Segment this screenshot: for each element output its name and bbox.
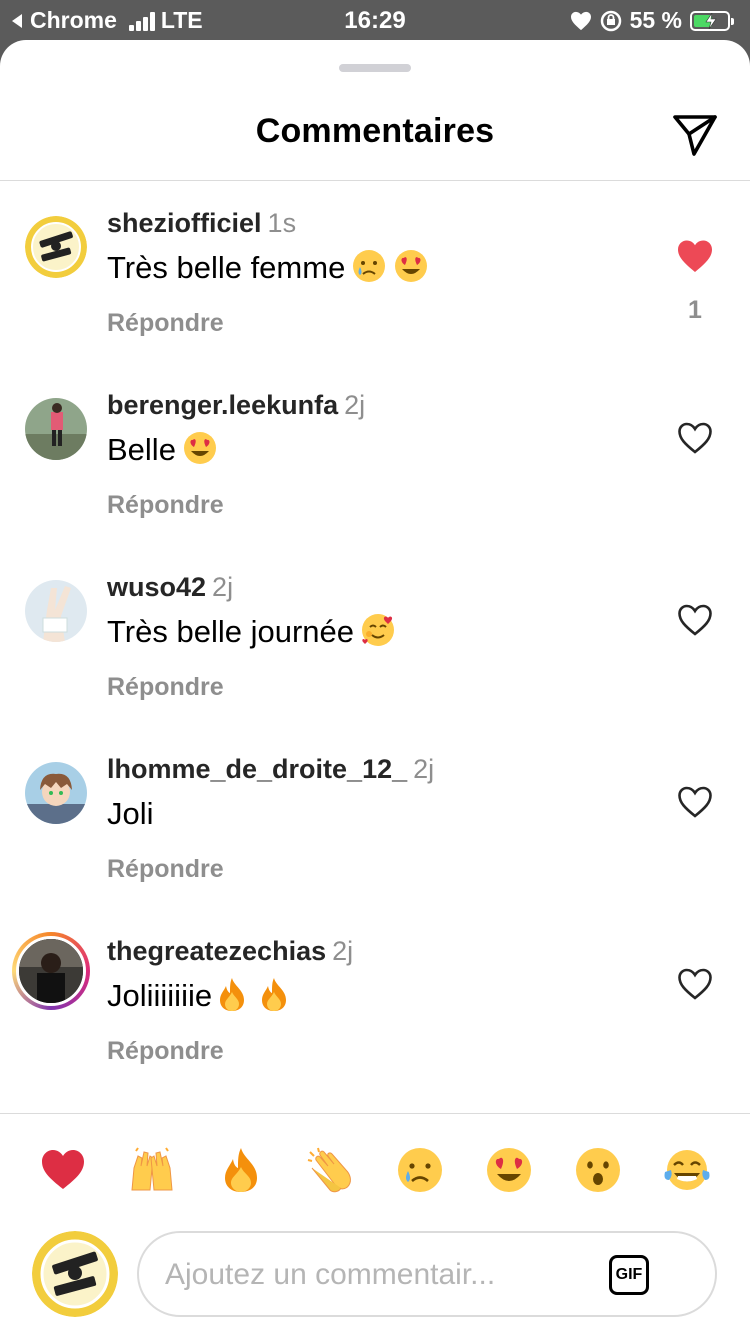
red-heart-icon[interactable] xyxy=(39,1146,87,1194)
comment-time: 2j xyxy=(344,390,366,420)
reply-button[interactable]: Répondre xyxy=(107,491,224,520)
comment-item: thegreatezechias 2j Joliiiiiiie Répondre xyxy=(0,932,750,1084)
heart-status-icon xyxy=(570,11,591,30)
comment-time: 2j xyxy=(212,572,234,602)
like-count: 1 xyxy=(688,296,702,324)
reply-button[interactable]: Répondre xyxy=(107,1037,224,1066)
heart-eyes-icon[interactable] xyxy=(485,1146,533,1194)
reply-button[interactable]: Répondre xyxy=(107,855,224,884)
comment-username[interactable]: wuso42 xyxy=(107,572,206,602)
comment-text: Joli xyxy=(107,796,154,831)
status-bar: Chrome LTE 16:29 55 % xyxy=(0,0,750,40)
comment-input[interactable] xyxy=(163,1233,587,1317)
crying-face-icon xyxy=(351,248,387,284)
heart-eyes-icon xyxy=(182,430,218,466)
avatar[interactable] xyxy=(25,216,87,278)
comment-text: Très belle journée xyxy=(107,614,354,649)
reply-button[interactable]: Répondre xyxy=(107,673,224,702)
comment-username[interactable]: sheziofficiel xyxy=(107,208,262,238)
comment-item: lhomme_de_droite_12_ 2j Joli Répondre xyxy=(0,752,750,902)
sheet-grabber[interactable] xyxy=(339,64,411,72)
avatar xyxy=(16,936,86,1006)
comment-composer: GIF xyxy=(0,1225,750,1325)
comment-item: sheziofficiel 1s Très belle femme Répondr… xyxy=(0,206,750,356)
heart-eyes-icon xyxy=(393,248,429,284)
heart-filled-icon[interactable] xyxy=(676,238,714,274)
crying-face-icon[interactable] xyxy=(396,1146,444,1194)
heart-outline-icon[interactable] xyxy=(676,420,714,456)
comment-username[interactable]: thegreatezechias xyxy=(107,936,326,966)
battery-icon xyxy=(690,10,734,31)
comment-time: 2j xyxy=(413,754,435,784)
orientation-lock-icon xyxy=(600,10,621,31)
paper-plane-icon[interactable] xyxy=(672,112,718,158)
comment-text: Joliiiiiiie xyxy=(107,978,213,1013)
comment-username[interactable]: lhomme_de_droite_12_ xyxy=(107,754,407,784)
comment-item: wuso42 2j Très belle journée Répondre xyxy=(0,570,750,720)
comments-sheet: Commentaires sheziofficiel 1s Très belle … xyxy=(0,40,750,1334)
avatar[interactable] xyxy=(25,762,87,824)
raising-hands-icon[interactable] xyxy=(128,1146,176,1194)
heart-outline-icon[interactable] xyxy=(676,966,714,1002)
tears-of-joy-icon[interactable] xyxy=(663,1146,711,1194)
avatar[interactable] xyxy=(25,398,87,460)
my-avatar[interactable] xyxy=(32,1231,118,1317)
avatar-story-ring[interactable] xyxy=(12,932,90,1010)
comment-time: 2j xyxy=(332,936,354,966)
comment-text: Belle xyxy=(107,432,176,467)
clapping-hands-icon[interactable] xyxy=(306,1146,354,1194)
heart-outline-icon[interactable] xyxy=(676,784,714,820)
heart-outline-icon[interactable] xyxy=(676,602,714,638)
comment-time: 1s xyxy=(267,208,297,238)
comment-username[interactable]: berenger.leekunfa xyxy=(107,390,338,420)
fire-icon xyxy=(256,976,292,1012)
fire-icon xyxy=(214,976,250,1012)
page-title: Commentaires xyxy=(255,112,495,150)
reply-button[interactable]: Répondre xyxy=(107,309,224,338)
comment-item: berenger.leekunfa 2j Belle Répondre xyxy=(0,388,750,538)
avatar[interactable] xyxy=(25,580,87,642)
smiling-with-hearts-icon xyxy=(360,612,396,648)
quick-emoji-bar xyxy=(0,1146,750,1196)
battery-percent: 55 % xyxy=(629,7,682,33)
comment-input-container: GIF xyxy=(137,1231,717,1317)
fire-icon[interactable] xyxy=(217,1146,265,1194)
header-divider xyxy=(0,180,750,181)
gif-button[interactable]: GIF xyxy=(609,1255,649,1295)
comment-text: Très belle femme xyxy=(107,250,346,285)
surprised-face-icon[interactable] xyxy=(574,1146,622,1194)
composer-divider xyxy=(0,1113,750,1114)
